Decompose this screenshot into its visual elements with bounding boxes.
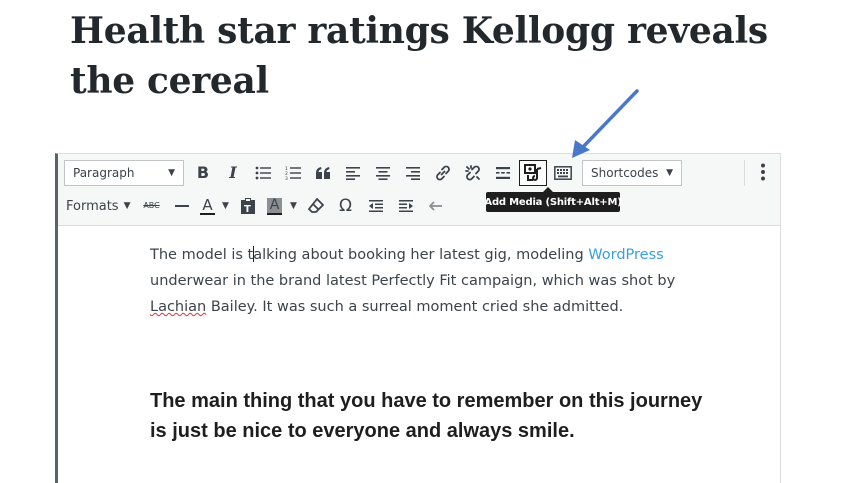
align-left-icon: [346, 167, 360, 180]
read-more-icon: [496, 167, 510, 179]
background-color-dropdown[interactable]: ▼: [287, 192, 301, 220]
paste-as-text-button[interactable]: T: [233, 192, 263, 220]
horizontal-line-icon: [174, 205, 189, 207]
italic-icon: I: [229, 163, 237, 182]
paste-as-text-icon: T: [240, 198, 255, 215]
formats-label: Formats: [66, 198, 119, 214]
numbered-list-icon: 123: [285, 166, 301, 180]
misspelled-word[interactable]: Lachian: [150, 299, 206, 315]
undo-button[interactable]: [421, 192, 451, 220]
numbered-list-button[interactable]: 123: [278, 159, 308, 187]
chevron-down-icon: ▼: [222, 200, 229, 211]
special-character-button[interactable]: Ω: [331, 192, 361, 220]
bold-icon: B: [196, 163, 210, 182]
shortcodes-select-label: Shortcodes: [591, 166, 659, 180]
remove-link-icon: [465, 165, 480, 181]
body-paragraph[interactable]: The model is talking about booking her l…: [150, 242, 710, 320]
shortcodes-select[interactable]: Shortcodes ▼: [582, 160, 682, 186]
formats-dropdown[interactable]: Formats ▼: [64, 192, 137, 220]
remove-link-button[interactable]: [458, 159, 488, 187]
insert-link-icon: [436, 165, 450, 181]
outdent-button[interactable]: [361, 192, 391, 220]
background-color-icon: A: [266, 197, 283, 215]
editor-content[interactable]: The model is talking about booking her l…: [150, 242, 710, 320]
classic-editor: Paragraph ▼ B I 123 Shortcodes ▼ Formats…: [55, 153, 781, 483]
toolbar-separator: [744, 160, 745, 186]
chevron-down-icon: ▼: [666, 168, 673, 178]
content-heading[interactable]: The main thing that you have to remember…: [150, 386, 710, 446]
bullet-list-button[interactable]: [248, 159, 278, 187]
chevron-down-icon: ▼: [168, 168, 175, 178]
text-color-button[interactable]: A: [197, 192, 219, 220]
toolbar-row-2: Formats ▼ ABC A ▼ T A ▼ Ω: [64, 191, 451, 221]
blockquote-icon: [316, 167, 330, 179]
text-color-dropdown[interactable]: ▼: [219, 192, 233, 220]
add-media-icon: [524, 164, 542, 181]
horizontal-line-button[interactable]: [167, 192, 197, 220]
text-color-icon: A: [200, 195, 215, 215]
svg-text:3: 3: [285, 176, 288, 180]
outdent-icon: [368, 200, 383, 212]
strikethrough-button[interactable]: ABC: [137, 192, 167, 220]
toolbar-toggle-icon: [554, 166, 572, 180]
paragraph-select-label: Paragraph: [73, 166, 135, 180]
add-media-tooltip: Add Media (Shift+Alt+M): [484, 187, 622, 212]
align-left-button[interactable]: [338, 159, 368, 187]
align-right-button[interactable]: [398, 159, 428, 187]
align-center-icon: [376, 167, 390, 180]
chevron-down-icon: ▼: [290, 200, 297, 211]
align-right-icon: [406, 167, 420, 180]
align-center-button[interactable]: [368, 159, 398, 187]
wordpress-link[interactable]: WordPress: [588, 247, 663, 263]
toolbar-row-1: Paragraph ▼ B I 123 Shortcodes ▼: [64, 158, 682, 188]
read-more-button[interactable]: [488, 159, 518, 187]
paragraph-text: The model is t: [150, 247, 254, 263]
paragraph-text: alking about booking her latest gig, mod…: [253, 247, 589, 263]
editor-toolbar: Paragraph ▼ B I 123 Shortcodes ▼ Formats…: [58, 154, 780, 226]
paragraph-text: Bailey. It was such a surreal moment cri…: [206, 299, 624, 315]
toolbar-toggle-button[interactable]: [548, 159, 578, 187]
background-color-button[interactable]: A: [263, 192, 287, 220]
clear-formatting-button[interactable]: [301, 192, 331, 220]
more-options-button[interactable]: [748, 158, 778, 186]
clear-formatting-icon: [307, 198, 324, 213]
indent-button[interactable]: [391, 192, 421, 220]
add-media-button[interactable]: [519, 160, 547, 186]
paragraph-format-select[interactable]: Paragraph ▼: [64, 160, 184, 186]
special-character-icon: Ω: [339, 195, 353, 216]
bullet-list-icon: [255, 166, 271, 180]
vertical-ellipsis-icon: [761, 163, 765, 181]
svg-text:T: T: [244, 204, 251, 215]
paragraph-text: underwear in the brand latest Perfectly …: [150, 273, 676, 289]
italic-button[interactable]: I: [218, 159, 248, 187]
indent-icon: [398, 200, 413, 212]
post-title[interactable]: Health star ratings Kellogg reveals the …: [70, 6, 770, 106]
insert-link-button[interactable]: [428, 159, 458, 187]
strikethrough-icon: ABC: [143, 201, 160, 210]
blockquote-button[interactable]: [308, 159, 338, 187]
undo-icon: [428, 201, 442, 211]
bold-button[interactable]: B: [188, 159, 218, 187]
chevron-down-icon: ▼: [123, 201, 131, 211]
